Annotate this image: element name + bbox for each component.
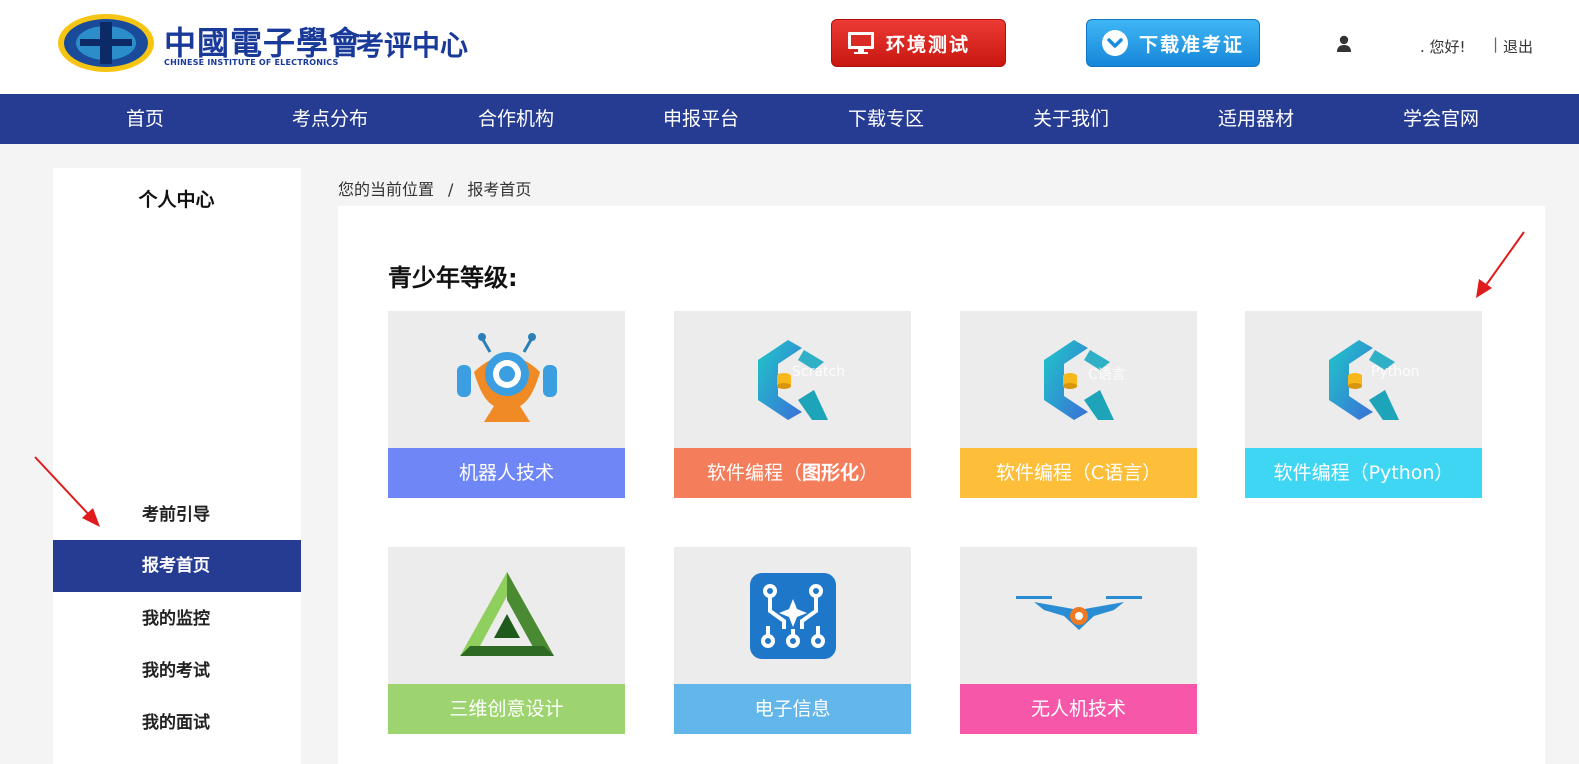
card-label-prefix: 软件编程（ bbox=[706, 462, 802, 484]
card-label: 软件编程（图形化） bbox=[674, 448, 911, 498]
sidebar-item-my-interviews[interactable]: 我的面试 bbox=[53, 697, 301, 749]
breadcrumb-separator: / bbox=[448, 180, 454, 199]
card-programming-c[interactable]: C语言 软件编程（C语言） bbox=[960, 311, 1197, 498]
chevron-down-circle-icon bbox=[1102, 30, 1128, 56]
robot-icon bbox=[456, 332, 557, 422]
card-label: 无人机技术 bbox=[960, 684, 1197, 734]
card-overlay-text: C语言 bbox=[1088, 367, 1126, 383]
card-drone[interactable]: 无人机技术 bbox=[960, 547, 1197, 734]
card-image bbox=[1245, 311, 1482, 448]
card-programming-scratch[interactable]: Scratch 软件编程（图形化） bbox=[674, 311, 911, 498]
header-separator: | bbox=[1493, 35, 1499, 53]
breadcrumb-prefix: 您的当前位置 bbox=[338, 180, 435, 199]
nav-item-downloads[interactable]: 下载专区 bbox=[816, 94, 956, 144]
breadcrumb-current: 报考首页 bbox=[467, 180, 532, 199]
card-label: 机器人技术 bbox=[388, 448, 625, 498]
sidebar-title: 个人中心 bbox=[138, 189, 215, 211]
header: 中國電子學會 CHINESE INSTITUTE OF ELECTRONICS … bbox=[0, 0, 1579, 94]
card-3d-design[interactable]: 三维创意设计 bbox=[388, 547, 625, 734]
card-image bbox=[674, 547, 911, 684]
card-robotics[interactable]: 机器人技术 bbox=[388, 311, 625, 498]
main-nav: 首页 考点分布 合作机构 申报平台 下载专区 关于我们 适用器材 学会官网 bbox=[0, 94, 1579, 144]
annotation-arrow-icon bbox=[1476, 231, 1525, 298]
download-ticket-button[interactable]: 下载准考证 bbox=[1086, 19, 1260, 67]
monitor-icon bbox=[848, 32, 874, 54]
nav-item-apply-platform[interactable]: 申报平台 bbox=[631, 94, 771, 144]
circuit-board-icon bbox=[749, 572, 836, 659]
logo-subtitle: CHINESE INSTITUTE OF ELECTRONICS bbox=[164, 58, 339, 67]
nav-item-home[interactable]: 首页 bbox=[75, 94, 215, 144]
annotation-arrow-icon bbox=[34, 456, 100, 527]
section-title: 青少年等级: bbox=[388, 264, 518, 292]
card-label-bold: 图形化 bbox=[801, 462, 859, 484]
nav-item-partners[interactable]: 合作机构 bbox=[446, 94, 586, 144]
card-overlay-text: Python bbox=[1371, 364, 1420, 380]
card-label: 三维创意设计 bbox=[388, 684, 625, 734]
card-label: 软件编程（C语言） bbox=[960, 448, 1197, 498]
card-electronics[interactable]: 电子信息 bbox=[674, 547, 911, 734]
nav-item-test-sites[interactable]: 考点分布 bbox=[260, 94, 400, 144]
card-image bbox=[960, 547, 1197, 684]
card-image bbox=[388, 311, 625, 448]
logout-link[interactable]: 退出 bbox=[1503, 36, 1533, 57]
nav-item-official-site[interactable]: 学会官网 bbox=[1371, 94, 1511, 144]
card-image bbox=[960, 311, 1197, 448]
card-label: 电子信息 bbox=[674, 684, 911, 734]
download-ticket-label: 下载准考证 bbox=[1139, 33, 1245, 56]
sidebar-header-panel bbox=[53, 168, 301, 488]
sidebar-item-my-monitoring[interactable]: 我的监控 bbox=[53, 593, 301, 645]
greeting-text: . 您好! bbox=[1420, 38, 1466, 56]
user-icon bbox=[1337, 35, 1351, 52]
card-label-suffix: ） bbox=[859, 462, 879, 484]
triangle-3d-icon bbox=[459, 571, 554, 656]
card-programming-python[interactable]: Python 软件编程（Python） bbox=[1245, 311, 1482, 498]
card-image bbox=[388, 547, 625, 684]
card-label: 软件编程（Python） bbox=[1245, 448, 1482, 498]
center-name: 考评中心 bbox=[356, 29, 469, 62]
logo[interactable]: 中國電子學會 CHINESE INSTITUTE OF ELECTRONICS … bbox=[56, 12, 486, 76]
card-overlay-text: Scratch bbox=[792, 364, 845, 380]
nav-item-equipment[interactable]: 适用器材 bbox=[1186, 94, 1326, 144]
sidebar-item-my-exams[interactable]: 我的考试 bbox=[53, 645, 301, 697]
drone-icon bbox=[1015, 595, 1142, 630]
env-test-label: 环境测试 bbox=[886, 33, 971, 56]
breadcrumb: 您的当前位置 / 报考首页 bbox=[338, 176, 545, 200]
env-test-button[interactable]: 环境测试 bbox=[831, 19, 1006, 67]
cie-emblem-icon bbox=[58, 14, 154, 72]
sidebar-item-registration-home[interactable]: 报考首页 bbox=[53, 540, 301, 592]
nav-item-about[interactable]: 关于我们 bbox=[1001, 94, 1141, 144]
